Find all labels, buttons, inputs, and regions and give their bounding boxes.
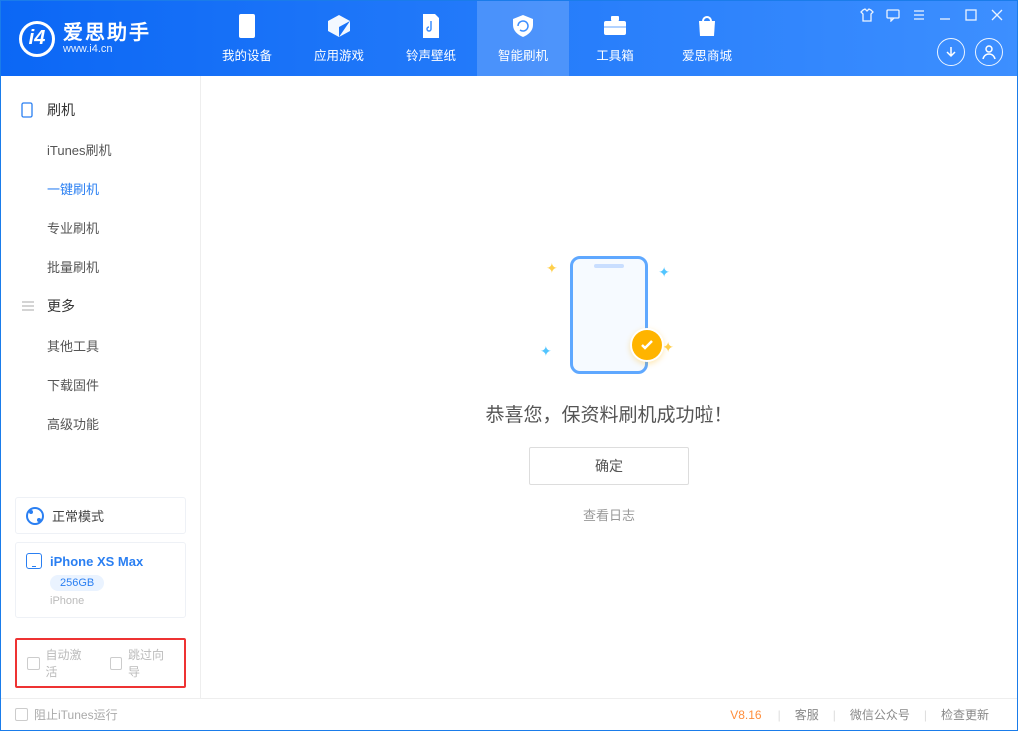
download-button[interactable] (937, 38, 965, 66)
highlighted-options: 自动激活 跳过向导 (15, 638, 186, 688)
main-nav: 我的设备 应用游戏 铃声壁纸 智能刷机 工具箱 爱思商城 (201, 1, 753, 76)
status-bar: 阻止iTunes运行 V8.16 | 客服 | 微信公众号 | 检查更新 (1, 698, 1017, 730)
sparkle-icon: ✦ (540, 343, 552, 360)
title-bar: i4 爱思助手 www.i4.cn 我的设备 应用游戏 铃声壁纸 智能刷机 工具… (1, 1, 1017, 76)
nav-smart-flash[interactable]: 智能刷机 (477, 1, 569, 76)
user-button[interactable] (975, 38, 1003, 66)
sidebar-item-other-tools[interactable]: 其他工具 (1, 326, 200, 365)
sidebar-group-more: 更多 (1, 286, 200, 326)
group-title: 刷机 (47, 100, 75, 120)
capacity-badge: 256GB (50, 575, 104, 591)
bag-icon (694, 13, 720, 39)
sidebar-item-itunes-flash[interactable]: iTunes刷机 (1, 130, 200, 169)
list-icon (21, 300, 37, 312)
success-illustration: ✦ ✦ ✦ ✦ (514, 250, 704, 380)
sidebar-list: 刷机 iTunes刷机 一键刷机 专业刷机 批量刷机 更多 其他工具 下载固件 … (1, 76, 200, 487)
sparkle-icon: ✦ (658, 264, 670, 281)
app-name: 爱思助手 (63, 23, 151, 43)
version-label: V8.16 (730, 708, 761, 722)
sidebar: 刷机 iTunes刷机 一键刷机 专业刷机 批量刷机 更多 其他工具 下载固件 … (1, 76, 201, 698)
cube-icon (326, 13, 352, 39)
feedback-icon[interactable] (885, 7, 901, 23)
device-model: iPhone (50, 595, 175, 607)
checkbox-skip-wizard[interactable]: 跳过向导 (110, 646, 175, 680)
checkbox-label: 跳过向导 (128, 646, 174, 680)
sidebar-item-advanced[interactable]: 高级功能 (1, 404, 200, 443)
nav-label: 智能刷机 (498, 45, 548, 64)
view-log-link[interactable]: 查看日志 (583, 505, 635, 524)
device-name: iPhone XS Max (50, 554, 143, 569)
nav-store[interactable]: 爱思商城 (661, 1, 753, 76)
footer-right: V8.16 | 客服 | 微信公众号 | 检查更新 (730, 706, 1003, 723)
minimize-icon[interactable] (937, 7, 953, 23)
close-icon[interactable] (989, 7, 1005, 23)
menu-icon[interactable] (911, 7, 927, 23)
mode-icon (26, 507, 44, 525)
nav-label: 爱思商城 (682, 45, 732, 64)
mode-label: 正常模式 (52, 506, 104, 525)
footer-link-update[interactable]: 检查更新 (927, 706, 1003, 723)
sparkle-icon: ✦ (662, 339, 674, 356)
phone-icon (26, 553, 42, 569)
success-message: 恭喜您，保资料刷机成功啦！ (485, 400, 732, 427)
checkbox-label: 阻止iTunes运行 (34, 706, 118, 723)
sidebar-group-flash: 刷机 (1, 90, 200, 130)
sparkle-icon: ✦ (546, 260, 558, 277)
nav-label: 应用游戏 (314, 45, 364, 64)
device-card[interactable]: iPhone XS Max 256GB iPhone (15, 542, 186, 618)
checkbox-stop-itunes[interactable]: 阻止iTunes运行 (15, 706, 118, 723)
checkbox-auto-activate[interactable]: 自动激活 (27, 646, 92, 680)
checkbox-label: 自动激活 (46, 646, 92, 680)
checkbox-icon (15, 708, 28, 721)
main-content: ✦ ✦ ✦ ✦ 恭喜您，保资料刷机成功啦！ 确定 查看日志 (201, 76, 1017, 698)
footer-link-support[interactable]: 客服 (781, 706, 833, 723)
checkbox-icon (110, 657, 123, 670)
nav-apps-games[interactable]: 应用游戏 (293, 1, 385, 76)
nav-label: 铃声壁纸 (406, 45, 456, 64)
sidebar-item-pro-flash[interactable]: 专业刷机 (1, 208, 200, 247)
phone-outline-icon (21, 102, 37, 118)
checkbox-icon (27, 657, 40, 670)
tshirt-icon[interactable] (859, 7, 875, 23)
nav-toolbox[interactable]: 工具箱 (569, 1, 661, 76)
window-controls (859, 7, 1005, 23)
footer-link-wechat[interactable]: 微信公众号 (836, 706, 924, 723)
maximize-icon[interactable] (963, 7, 979, 23)
sidebar-item-oneclick-flash[interactable]: 一键刷机 (1, 169, 200, 208)
nav-label: 工具箱 (596, 45, 634, 64)
toolbox-icon (602, 13, 628, 39)
app-logo: i4 爱思助手 www.i4.cn (1, 21, 201, 57)
sidebar-item-batch-flash[interactable]: 批量刷机 (1, 247, 200, 286)
device-icon (234, 13, 260, 39)
ok-button[interactable]: 确定 (529, 447, 689, 485)
header-actions (937, 38, 1003, 66)
group-title: 更多 (47, 296, 75, 316)
nav-label: 我的设备 (222, 45, 272, 64)
music-file-icon (418, 13, 444, 39)
app-body: 刷机 iTunes刷机 一键刷机 专业刷机 批量刷机 更多 其他工具 下载固件 … (1, 76, 1017, 698)
logo-icon: i4 (19, 21, 55, 57)
device-mode-card[interactable]: 正常模式 (15, 497, 186, 534)
refresh-shield-icon (510, 13, 536, 39)
nav-my-device[interactable]: 我的设备 (201, 1, 293, 76)
checkmark-badge-icon (630, 328, 664, 362)
device-panel: 正常模式 iPhone XS Max 256GB iPhone (1, 487, 200, 632)
app-url: www.i4.cn (63, 43, 151, 55)
sidebar-item-download-firmware[interactable]: 下载固件 (1, 365, 200, 404)
nav-ringtones-wallpapers[interactable]: 铃声壁纸 (385, 1, 477, 76)
